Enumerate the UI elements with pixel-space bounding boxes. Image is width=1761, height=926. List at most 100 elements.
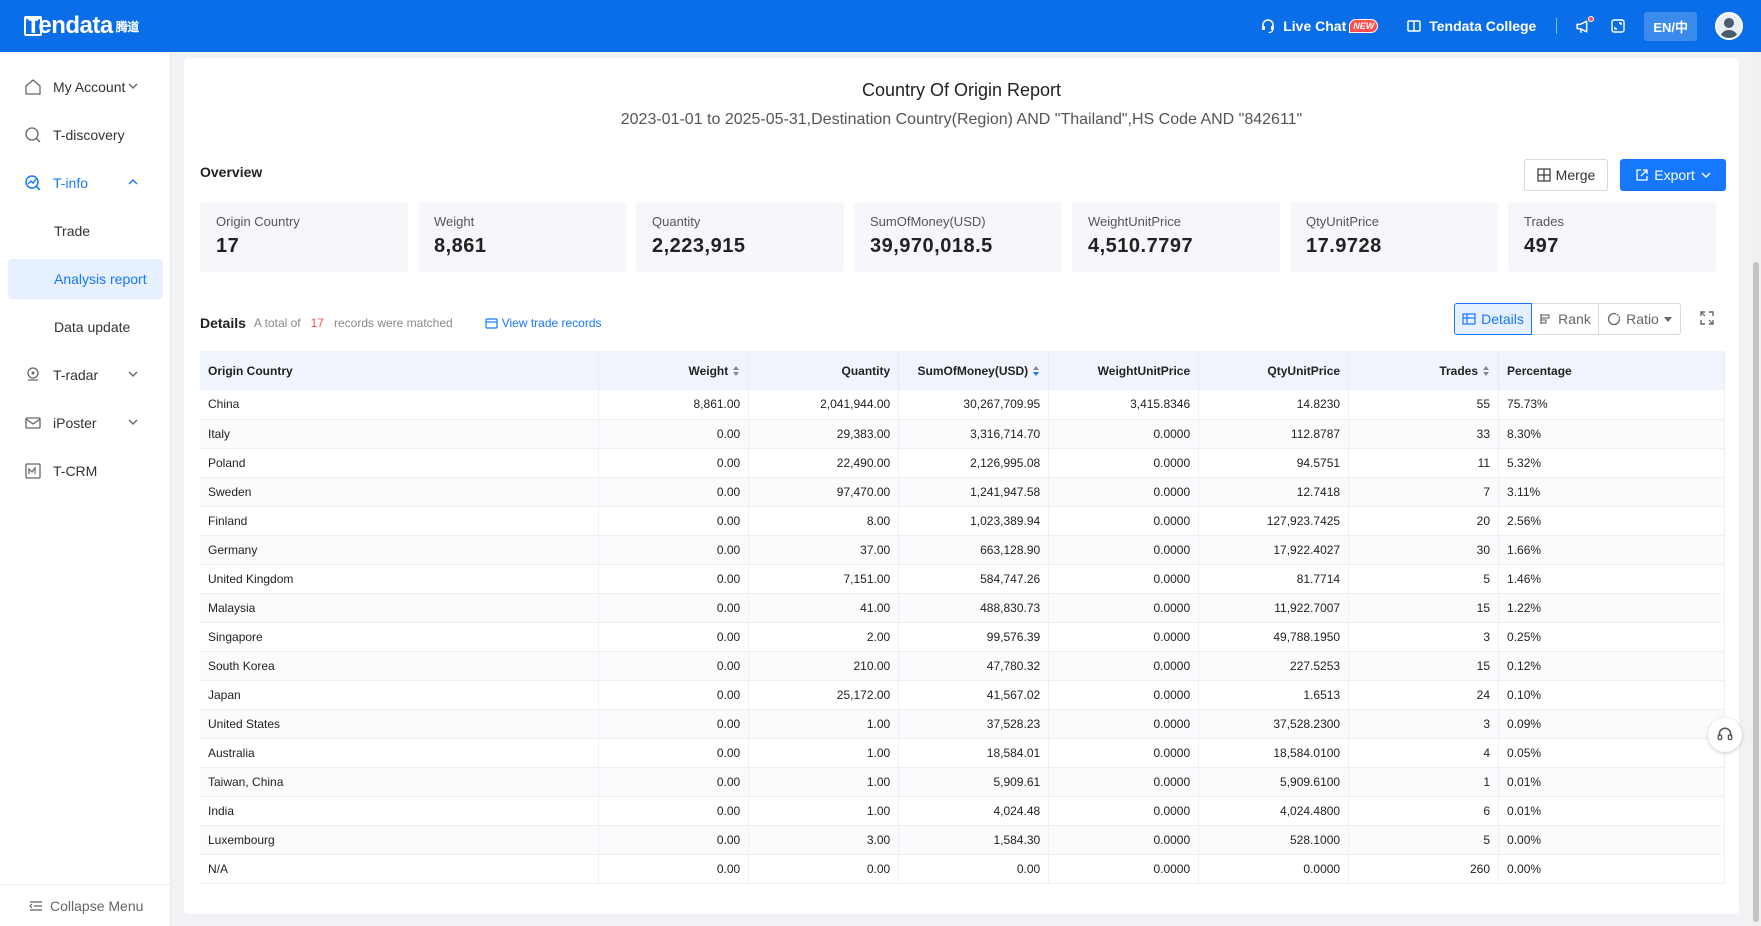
merge-button[interactable]: Merge	[1524, 159, 1608, 191]
table-cell: 0.00	[598, 680, 750, 710]
table-row[interactable]: N/A 0.00 0.00 0.00 0.0000 0.0000 260 0.00%	[200, 854, 1725, 884]
tendata-logo[interactable]: T Tendata 腾道	[24, 12, 139, 40]
table-row[interactable]: India 0.00 1.00 4,024.48 0.0000 4,024.4800 6 0.…	[200, 796, 1725, 826]
col-percentage[interactable]: Percentage	[1498, 351, 1725, 390]
tendata-college-link[interactable]: Tendata College	[1406, 18, 1536, 34]
sidebar-item-analysis-report[interactable]: Analysis report	[8, 259, 163, 299]
table-cell: 18,584.0100	[1198, 738, 1350, 768]
sidebar-item-t-radar[interactable]: T-radar	[8, 355, 163, 395]
table-cell: 0.00	[598, 535, 750, 565]
stat-trades: Trades 497	[1508, 202, 1716, 272]
table-row[interactable]: Finland 0.00 8.00 1,023,389.94 0.0000 127,923…	[200, 506, 1725, 536]
table-row[interactable]: Poland 0.00 22,490.00 2,126,995.08 0.0000 94.…	[200, 448, 1725, 478]
user-avatar[interactable]	[1715, 12, 1743, 40]
sidebar-item-my-account[interactable]: My Account	[8, 67, 163, 107]
table-row[interactable]: Malaysia 0.00 41.00 488,830.73 0.0000 11,922.…	[200, 593, 1725, 623]
table-cell: 11	[1348, 448, 1500, 478]
table-cell: China	[200, 390, 600, 420]
expand-button[interactable]	[1699, 310, 1715, 331]
chevron-down-icon	[128, 419, 138, 425]
table-cell: 5,909.61	[898, 767, 1050, 797]
table-cell: 0.0000	[1048, 593, 1200, 623]
table-cell: 20	[1348, 506, 1500, 536]
book-icon	[1407, 20, 1421, 32]
table-row[interactable]: Italy 0.00 29,383.00 3,316,714.70 0.0000 112.…	[200, 419, 1725, 449]
stat-label: SumOfMoney(USD)	[870, 214, 986, 229]
table-cell: 0.0000	[1048, 709, 1200, 739]
logo-cn: 腾道	[115, 19, 140, 34]
col-weight-unit-price[interactable]: WeightUnitPrice	[1048, 351, 1200, 390]
table-cell: 17,922.4027	[1198, 535, 1350, 565]
table-row[interactable]: Taiwan, China 0.00 1.00 5,909.61 0.0000 5,909…	[200, 767, 1725, 797]
stat-quantity: Quantity 2,223,915	[636, 202, 844, 272]
col-weight[interactable]: Weight	[598, 351, 750, 390]
table-cell: 4	[1348, 738, 1500, 768]
table-cell: Luxembourg	[200, 825, 600, 855]
sidebar-item-trade[interactable]: Trade	[8, 211, 163, 251]
sidebar-item-t-crm[interactable]: T-CRM	[8, 451, 163, 491]
divider	[1556, 18, 1558, 34]
table-cell: 0.00	[598, 651, 750, 681]
table-row[interactable]: United Kingdom 0.00 7,151.00 584,747.26 0.00…	[200, 564, 1725, 594]
table-cell: 227.5253	[1198, 651, 1350, 681]
headset-icon	[1717, 727, 1733, 741]
sidebar-item-t-discovery[interactable]: T-discovery	[8, 115, 163, 155]
tab-rank[interactable]: Rank	[1532, 303, 1599, 335]
stat-qty-unit-price: QtyUnitPrice 17.9728	[1290, 202, 1498, 272]
sidebar: My Account T-discovery T-info Trade Anal…	[0, 52, 171, 926]
table-cell: 0.0000	[1048, 477, 1200, 507]
table-cell: N/A	[200, 854, 600, 884]
col-origin-country[interactable]: Origin Country	[200, 351, 600, 390]
table-cell: 0.00	[598, 738, 750, 768]
table-row[interactable]: Singapore 0.00 2.00 99,576.39 0.0000 49,788.1…	[200, 622, 1725, 652]
table-cell: 0.00	[598, 825, 750, 855]
total-suffix: records were matched	[333, 316, 453, 330]
table-cell: 30,267,709.95	[898, 390, 1050, 420]
announcement-button[interactable]	[1575, 15, 1595, 35]
table-cell: Finland	[200, 506, 600, 536]
view-trade-records-link[interactable]: View trade records	[485, 316, 602, 330]
table-cell: 3,415.8346	[1048, 390, 1200, 420]
table-cell: 1.00	[748, 767, 900, 797]
sidebar-item-t-info[interactable]: T-info	[8, 163, 163, 203]
language-switch[interactable]: EN/中	[1644, 11, 1697, 41]
table-row[interactable]: Japan 0.00 25,172.00 41,567.02 0.0000 1.6513 2…	[200, 680, 1725, 710]
table-cell: 0.0000	[1048, 535, 1200, 565]
table-cell: 97,470.00	[748, 477, 900, 507]
table-cell: 0.00	[598, 709, 750, 739]
table-cell: 99,576.39	[898, 622, 1050, 652]
col-sum-of-money[interactable]: SumOfMoney(USD)	[898, 351, 1050, 390]
table-icon	[1462, 313, 1476, 325]
sidebar-item-iposter[interactable]: iPoster	[8, 403, 163, 443]
live-chat-button[interactable]: Live Chat NEW	[1260, 18, 1379, 34]
table-cell: 7,151.00	[748, 564, 900, 594]
table-cell: 1.66%	[1498, 535, 1725, 565]
table-row[interactable]: Sweden 0.00 97,470.00 1,241,947.58 0.0000 12.…	[200, 477, 1725, 507]
col-qty-unit-price[interactable]: QtyUnitPrice	[1198, 351, 1350, 390]
chevron-up-icon	[128, 179, 138, 185]
scrollbar-thumb[interactable]	[1753, 262, 1759, 922]
table-cell: Poland	[200, 448, 600, 478]
tab-details[interactable]: Details	[1454, 303, 1532, 335]
export-icon	[1636, 169, 1648, 181]
sidebar-item-data-update[interactable]: Data update	[8, 307, 163, 347]
support-button[interactable]	[1708, 718, 1742, 752]
table-row[interactable]: Luxembourg 0.00 3.00 1,584.30 0.0000 528.1000…	[200, 825, 1725, 855]
col-quantity[interactable]: Quantity	[748, 351, 900, 390]
table-cell: India	[200, 796, 600, 826]
table-row[interactable]: Australia 0.00 1.00 18,584.01 0.0000 18,584.0…	[200, 738, 1725, 768]
tab-ratio[interactable]: Ratio	[1599, 303, 1681, 335]
table-row[interactable]: South Korea 0.00 210.00 47,780.32 0.0000 227.…	[200, 651, 1725, 681]
sort-icon	[733, 366, 740, 377]
table-row[interactable]: China 8,861.00 2,041,944.00 30,267,709.95 3,…	[200, 390, 1725, 420]
table-row[interactable]: United States 0.00 1.00 37,528.23 0.0000 37,5…	[200, 709, 1725, 739]
fullscreen-button[interactable]	[1610, 18, 1626, 34]
page-scrollbar[interactable]	[1751, 52, 1761, 926]
col-trades[interactable]: Trades	[1348, 351, 1500, 390]
collapse-menu-button[interactable]: Collapse Menu	[0, 884, 170, 926]
export-button[interactable]: Export	[1620, 159, 1726, 191]
table-row[interactable]: Germany 0.00 37.00 663,128.90 0.0000 17,922.4…	[200, 535, 1725, 565]
col-label: Origin Country	[208, 363, 293, 378]
table-cell: 0.0000	[1048, 448, 1200, 478]
overview-label: Overview	[200, 164, 263, 180]
